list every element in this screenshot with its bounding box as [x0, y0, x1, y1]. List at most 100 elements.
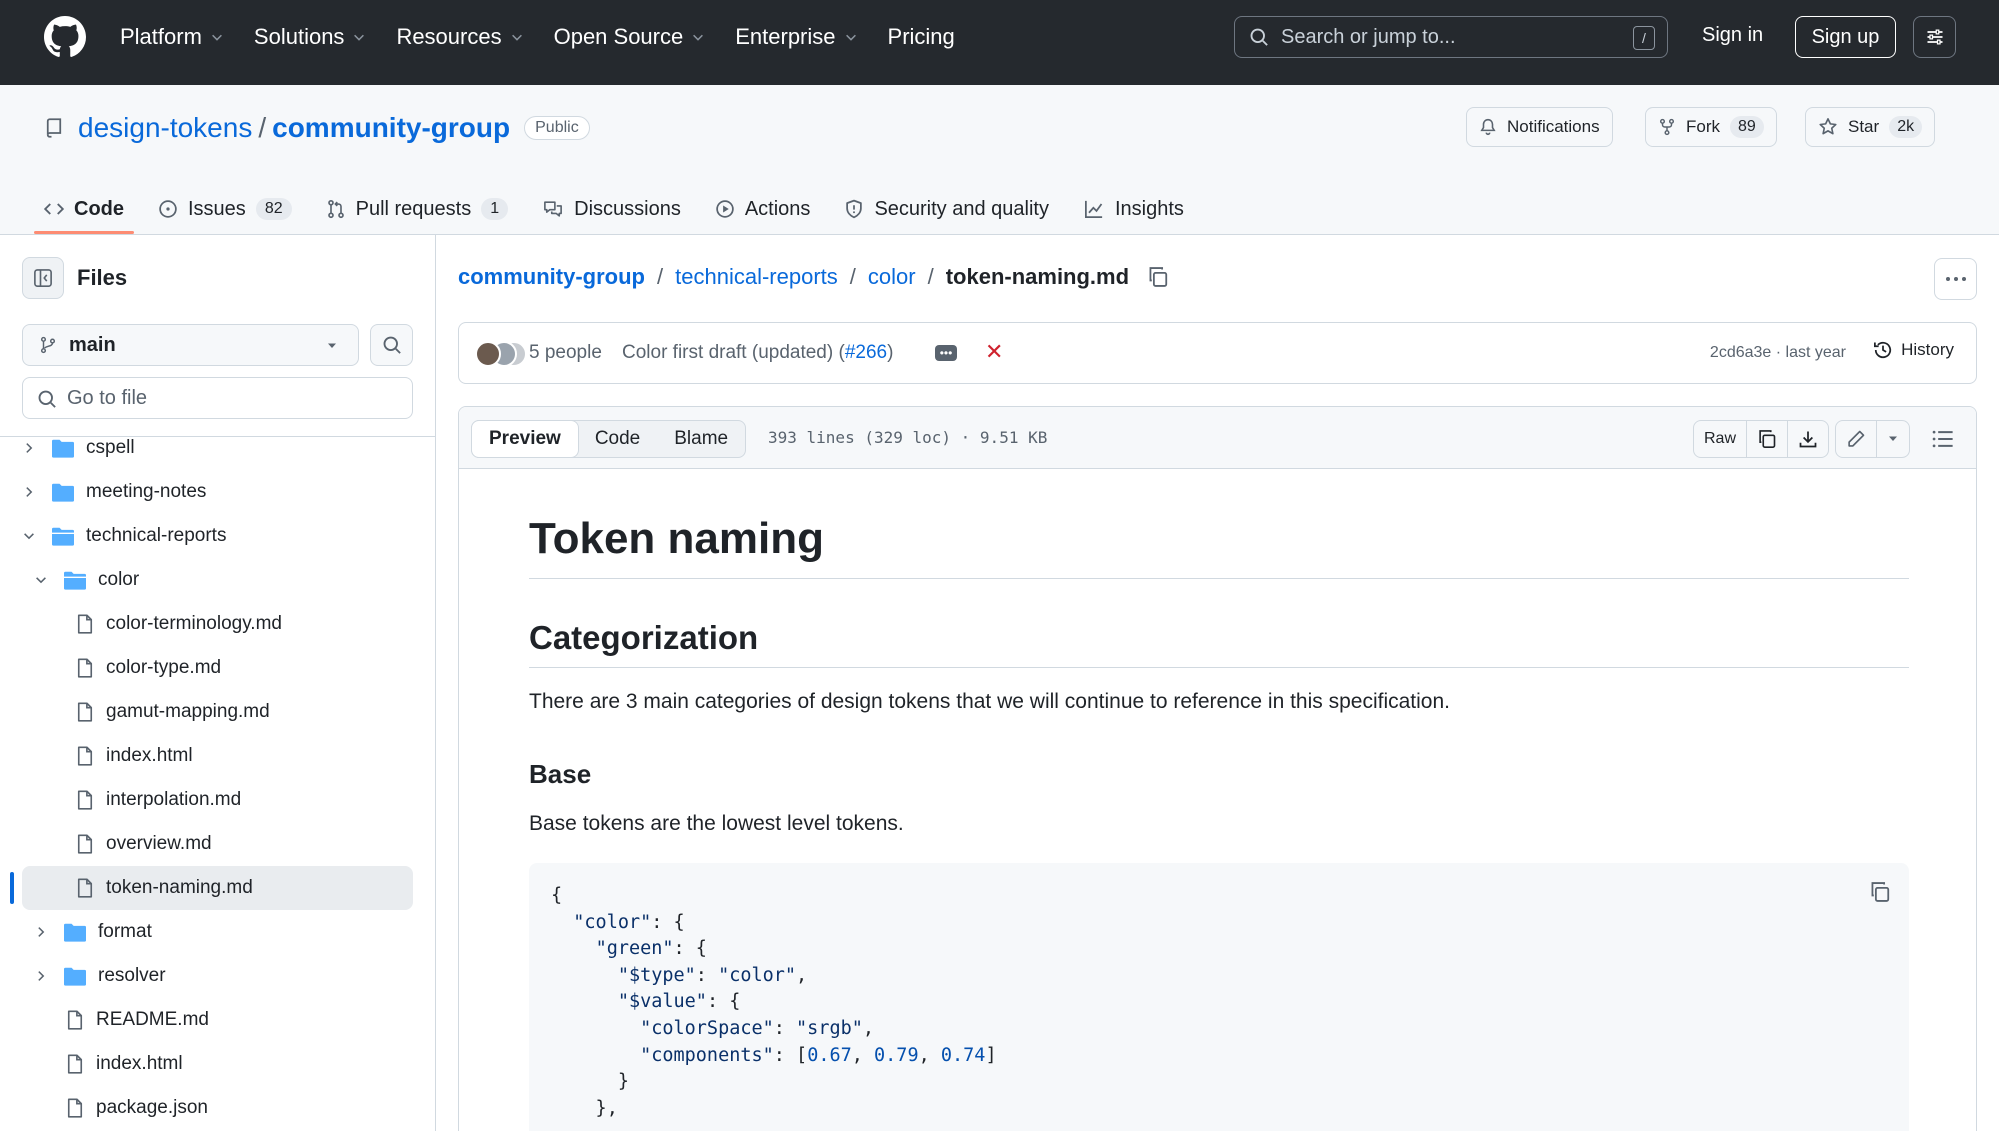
caret-down-icon	[328, 343, 336, 348]
global-search-input[interactable]: Search or jump to... /	[1234, 16, 1668, 58]
copy-icon[interactable]	[1869, 881, 1891, 903]
nav-platform[interactable]: Platform	[120, 24, 224, 50]
contributor-avatars[interactable]	[475, 341, 527, 367]
star-button[interactable]: Star 2k	[1805, 107, 1936, 147]
tab-code-view[interactable]: Code	[578, 421, 657, 457]
tree-file-color-type[interactable]: color-type.md	[76, 646, 221, 690]
repo-header: design-tokens / community-group Public N…	[0, 85, 1999, 235]
sign-up-button[interactable]: Sign up	[1795, 16, 1896, 58]
check-failed-icon[interactable]: ✕	[985, 339, 1003, 365]
edit-button[interactable]	[1836, 421, 1877, 457]
tree-item-label: gamut-mapping.md	[106, 701, 270, 722]
nav-pricing-label: Pricing	[887, 24, 955, 49]
tree-item-label: cspell	[86, 437, 135, 458]
fork-button[interactable]: Fork 89	[1645, 107, 1777, 147]
commit-sha[interactable]: 2cd6a3e	[1710, 344, 1771, 361]
breadcrumb-repo-link[interactable]: community-group	[458, 264, 645, 290]
file-icon	[77, 790, 93, 810]
pull-requests-count: 1	[481, 198, 509, 220]
tree-folder-format[interactable]: format	[34, 910, 152, 954]
tab-preview[interactable]: Preview	[471, 420, 579, 458]
code-icon	[44, 203, 64, 215]
outline-list-icon[interactable]	[1932, 429, 1954, 449]
chevron-right-icon	[38, 971, 45, 981]
star-count: 2k	[1889, 116, 1923, 138]
file-icon	[77, 878, 93, 898]
tree-file-gamut-mapping[interactable]: gamut-mapping.md	[76, 690, 270, 734]
sidebar-header: Files main Go to file	[0, 235, 435, 437]
more-options-button[interactable]	[1934, 258, 1977, 300]
file-search-button[interactable]	[370, 324, 413, 366]
tree-file-readme[interactable]: README.md	[66, 998, 209, 1042]
caret-down-icon	[1889, 436, 1897, 441]
tree-folder-technical-reports[interactable]: technical-reports	[22, 514, 226, 558]
tab-pull-requests-label: Pull requests	[355, 197, 472, 220]
notifications-label: Notifications	[1507, 117, 1600, 136]
search-icon	[38, 390, 56, 408]
code-line: },	[551, 1097, 618, 1119]
copy-raw-button[interactable]	[1747, 421, 1789, 457]
nav-resources[interactable]: Resources	[396, 24, 523, 50]
edit-actions	[1835, 420, 1910, 458]
tree-folder-meeting-notes[interactable]: meeting-notes	[22, 470, 206, 514]
tree-folder-resolver[interactable]: resolver	[34, 954, 166, 998]
issue-icon	[159, 200, 177, 218]
tab-issues[interactable]: Issues 82	[158, 185, 292, 233]
folder-icon	[64, 967, 86, 986]
expand-commit-message-button[interactable]: •••	[935, 345, 957, 361]
fork-icon	[1659, 118, 1675, 136]
tree-item-label: color-type.md	[106, 657, 222, 678]
nav-solutions[interactable]: Solutions	[254, 24, 367, 50]
tree-file-index-html[interactable]: index.html	[76, 734, 193, 778]
tab-insights[interactable]: Insights	[1083, 185, 1184, 233]
graph-icon	[1084, 200, 1103, 218]
menu-button[interactable]	[1913, 16, 1956, 58]
tree-file-token-naming[interactable]: token-naming.md	[22, 866, 413, 910]
breadcrumb-color-link[interactable]: color	[868, 264, 916, 290]
breadcrumb-technical-reports-link[interactable]: technical-reports	[675, 264, 838, 290]
breadcrumb-separator: /	[927, 264, 934, 289]
nav-pricing[interactable]: Pricing	[888, 24, 955, 50]
sign-in-link[interactable]: Sign in	[1702, 24, 1763, 47]
tree-folder-color[interactable]: color	[34, 558, 139, 602]
tree-file-color-terminology[interactable]: color-terminology.md	[76, 602, 282, 646]
notifications-button[interactable]: Notifications	[1466, 107, 1613, 147]
tab-pull-requests[interactable]: Pull requests 1	[326, 185, 509, 233]
tree-file-overview[interactable]: overview.md	[76, 822, 212, 866]
tab-security[interactable]: Security and quality	[844, 185, 1049, 233]
repo-title: design-tokens / community-group Public	[44, 112, 590, 144]
history-button[interactable]: History	[1873, 340, 1954, 360]
nav-enterprise[interactable]: Enterprise	[735, 24, 857, 50]
commit-meta: 2cd6a3e · last year	[1710, 344, 1846, 362]
commit-message[interactable]: Color first draft (updated) (#266)	[622, 342, 893, 364]
raw-button[interactable]: Raw	[1694, 421, 1748, 457]
branch-icon	[40, 336, 56, 354]
github-logo-icon[interactable]	[44, 16, 86, 58]
tab-blame[interactable]: Blame	[657, 421, 745, 457]
repo-owner-link[interactable]: design-tokens	[78, 112, 252, 144]
chevron-right-icon	[26, 443, 33, 453]
branch-selector[interactable]: main	[22, 324, 359, 366]
nav-open-source[interactable]: Open Source	[554, 24, 706, 50]
tree-file-interpolation[interactable]: interpolation.md	[76, 778, 241, 822]
copy-icon[interactable]	[1147, 266, 1169, 288]
tab-discussions-label: Discussions	[574, 197, 681, 220]
tab-discussions[interactable]: Discussions	[542, 185, 681, 233]
repo-name-link[interactable]: community-group	[272, 112, 510, 144]
commit-pr-link[interactable]: #266	[845, 342, 887, 363]
tab-code[interactable]: Code	[34, 185, 134, 234]
sidebar-title: Files	[77, 265, 128, 290]
chevron-down-icon	[24, 533, 34, 540]
search-icon	[1250, 28, 1268, 46]
collapse-sidebar-button[interactable]	[22, 257, 64, 299]
tab-actions[interactable]: Actions	[715, 185, 810, 233]
go-to-file-input[interactable]: Go to file	[22, 377, 413, 419]
download-button[interactable]	[1788, 421, 1828, 457]
tree-file-package-json[interactable]: package.json	[66, 1086, 208, 1130]
file-icon	[77, 614, 93, 634]
edit-dropdown-button[interactable]	[1877, 421, 1909, 457]
file-header: Preview Code Blame 393 lines (329 loc) ·…	[459, 407, 1976, 469]
contributors-count[interactable]: 5 people	[529, 342, 602, 364]
code-line: "components": [0.67, 0.79, 0.74]	[640, 1044, 997, 1066]
tree-file-index-html-root[interactable]: index.html	[66, 1042, 183, 1086]
